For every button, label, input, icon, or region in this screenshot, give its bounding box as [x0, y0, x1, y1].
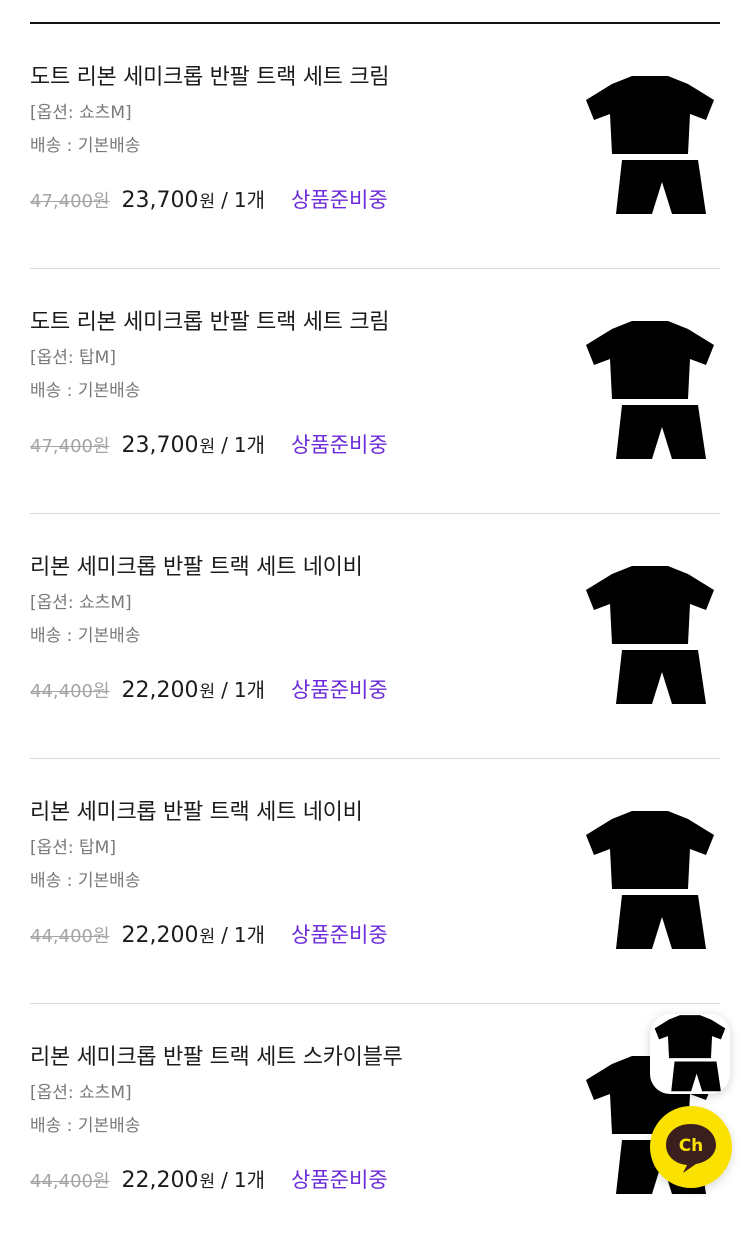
price-separator: / — [221, 1168, 228, 1192]
order-item[interactable]: 도트 리본 세미크롭 반팔 트랙 세트 크림 [옵션: 쇼츠M] 배송 : 기본… — [30, 24, 720, 269]
order-item[interactable]: 리본 세미크롭 반팔 트랙 세트 네이비 [옵션: 쇼츠M] 배송 : 기본배송… — [30, 514, 720, 759]
shipping-method: 배송 : 기본배송 — [30, 136, 141, 156]
original-price: 44,400원 — [30, 1171, 110, 1192]
chat-button[interactable]: Ch — [650, 1106, 732, 1188]
shipping-method: 배송 : 기본배송 — [30, 381, 141, 401]
sale-price: 22,200 — [121, 678, 199, 703]
chat-button-label: Ch — [679, 1136, 704, 1156]
quantity: 1개 — [233, 188, 266, 212]
sale-price: 23,700 — [121, 188, 199, 213]
navy-track-set-image[interactable] — [580, 809, 720, 954]
quantity: 1개 — [233, 1168, 266, 1192]
order-item[interactable]: 도트 리본 세미크롭 반팔 트랙 세트 크림 [옵션: 탑M] 배송 : 기본배… — [30, 269, 720, 514]
original-price: 44,400원 — [30, 681, 110, 702]
order-status: 상품준비중 — [291, 1168, 388, 1192]
product-option: [옵션: 탑M] — [30, 838, 116, 858]
product-name[interactable]: 리본 세미크롭 반팔 트랙 세트 네이비 — [30, 549, 363, 581]
shipping-method: 배송 : 기본배송 — [30, 1116, 141, 1136]
original-price: 47,400원 — [30, 191, 110, 212]
original-price: 44,400원 — [30, 926, 110, 947]
original-price: 47,400원 — [30, 436, 110, 457]
cream-track-set-image[interactable] — [580, 319, 720, 464]
cream-track-set-image — [654, 1015, 726, 1092]
order-status: 상품준비중 — [291, 923, 388, 947]
product-name[interactable]: 리본 세미크롭 반팔 트랙 세트 네이비 — [30, 794, 363, 826]
product-option: [옵션: 쇼츠M] — [30, 103, 132, 123]
product-option: [옵션: 쇼츠M] — [30, 593, 132, 613]
currency-unit: 원 — [199, 192, 216, 212]
currency-unit: 원 — [199, 437, 216, 457]
cream-track-set-image[interactable] — [580, 74, 720, 219]
order-status: 상품준비중 — [291, 433, 388, 457]
order-status: 상품준비중 — [291, 188, 388, 212]
currency-unit: 원 — [199, 1172, 216, 1192]
order-item[interactable]: 리본 세미크롭 반팔 트랙 세트 네이비 [옵션: 탑M] 배송 : 기본배송 … — [30, 759, 720, 1004]
quantity: 1개 — [233, 433, 266, 457]
price-row: 44,400원 22,200 원 / 1개 상품준비중 — [30, 1164, 388, 1194]
order-item[interactable]: 리본 세미크롭 반팔 트랙 세트 스카이블루 [옵션: 쇼츠M] 배송 : 기본… — [30, 1004, 720, 1249]
navy-track-set-image[interactable] — [580, 564, 720, 709]
sale-price: 22,200 — [121, 923, 199, 948]
currency-unit: 원 — [199, 682, 216, 702]
product-name[interactable]: 리본 세미크롭 반팔 트랙 세트 스카이블루 — [30, 1039, 403, 1071]
shipping-method: 배송 : 기본배송 — [30, 871, 141, 891]
product-option: [옵션: 쇼츠M] — [30, 1083, 132, 1103]
product-name[interactable]: 도트 리본 세미크롭 반팔 트랙 세트 크림 — [30, 59, 390, 91]
order-status: 상품준비중 — [291, 678, 388, 702]
sale-price: 22,200 — [121, 1168, 199, 1193]
quantity: 1개 — [233, 923, 266, 947]
price-separator: / — [221, 433, 228, 457]
price-separator: / — [221, 188, 228, 212]
chat-bubble-icon: Ch — [666, 1124, 716, 1173]
recent-product-thumbnail[interactable] — [650, 1014, 730, 1094]
price-row: 47,400원 23,700 원 / 1개 상품준비중 — [30, 184, 388, 214]
sale-price: 23,700 — [121, 433, 199, 458]
price-row: 44,400원 22,200 원 / 1개 상품준비중 — [30, 674, 388, 704]
product-name[interactable]: 도트 리본 세미크롭 반팔 트랙 세트 크림 — [30, 304, 390, 336]
order-list: 도트 리본 세미크롭 반팔 트랙 세트 크림 [옵션: 쇼츠M] 배송 : 기본… — [30, 24, 720, 1249]
product-option: [옵션: 탑M] — [30, 348, 116, 368]
price-row: 44,400원 22,200 원 / 1개 상품준비중 — [30, 919, 388, 949]
shipping-method: 배송 : 기본배송 — [30, 626, 141, 646]
currency-unit: 원 — [199, 927, 216, 947]
quantity: 1개 — [233, 678, 266, 702]
price-separator: / — [221, 678, 228, 702]
price-separator: / — [221, 923, 228, 947]
price-row: 47,400원 23,700 원 / 1개 상품준비중 — [30, 429, 388, 459]
